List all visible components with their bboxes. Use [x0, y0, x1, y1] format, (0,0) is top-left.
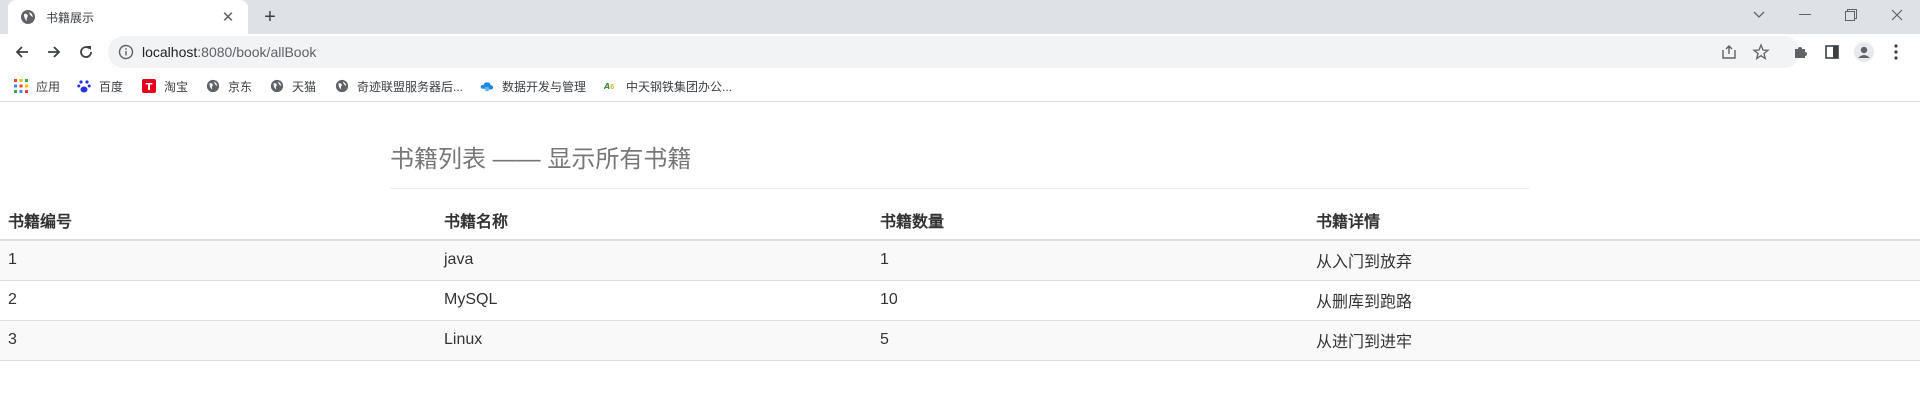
url-host: localhost: [142, 44, 198, 60]
globe-icon: [270, 79, 284, 93]
side-panel-icon[interactable]: [1822, 42, 1842, 62]
column-header-id: 书籍编号: [0, 200, 436, 241]
browser-toolbar: localhost:8080/book/allBook: [0, 34, 1920, 70]
cell-book-detail: 从入门到放弃: [1308, 240, 1920, 281]
table-row: 1 java 1 从入门到放弃: [0, 240, 1920, 281]
page-title: 书籍列表 —— 显示所有书籍: [390, 146, 692, 173]
bookmark-label: 奇迹联盟服务器后...: [357, 79, 464, 94]
bookmark-label: 中天钢铁集团办公...: [626, 79, 733, 94]
table-row: 2 MySQL 10 从删库到跑路: [0, 280, 1920, 321]
forward-arrow-icon[interactable]: [40, 38, 68, 66]
baidu-paw-icon: [77, 79, 91, 93]
tab-title: 书籍展示: [46, 10, 95, 25]
bookmark-taobao[interactable]: T 淘宝: [142, 78, 188, 94]
bookmark-label: 京东: [228, 79, 253, 94]
menu-kebab-icon[interactable]: [1886, 42, 1906, 62]
bookmarks-bar: 应用 百度 T 淘宝 京东 天猫 奇迹联盟服务器后... 数据开发与管理 A 6…: [0, 70, 1920, 102]
cell-book-name: java: [436, 240, 872, 281]
column-header-count: 书籍数量: [872, 200, 1308, 241]
site-info-icon[interactable]: [118, 44, 134, 60]
svg-text:T: T: [146, 82, 153, 93]
extensions-icon[interactable]: [1790, 42, 1810, 62]
url-text[interactable]: localhost:8080/book/allBook: [142, 44, 316, 60]
books-table: 书籍编号 书籍名称 书籍数量 书籍详情 1 java 1 从入门到放弃 2 My…: [0, 200, 1920, 361]
bookmark-zhongtian[interactable]: A6 中天钢铁集团办公...: [604, 78, 732, 94]
bookmark-label: 百度: [99, 79, 124, 94]
page-header: 书籍列表 —— 显示所有书籍: [390, 139, 1530, 189]
globe-icon: [206, 79, 220, 93]
bookmark-label: 淘宝: [164, 79, 189, 94]
minimize-icon[interactable]: [1782, 0, 1828, 30]
table-row: 3 Linux 5 从进门到进牢: [0, 320, 1920, 361]
reload-icon[interactable]: [72, 38, 100, 66]
restore-icon[interactable]: [1828, 0, 1874, 30]
cell-book-id: 1: [0, 240, 436, 281]
globe-icon: [335, 79, 349, 93]
close-window-icon[interactable]: [1874, 0, 1920, 30]
back-arrow-icon[interactable]: [8, 38, 36, 66]
tab-search-icon[interactable]: [1736, 0, 1782, 30]
cloud-icon: [480, 79, 494, 93]
cell-book-detail: 从进门到进牢: [1308, 320, 1920, 361]
bookmark-label: 天猫: [292, 79, 317, 94]
page-content: 书籍列表 —— 显示所有书籍 书籍编号 书籍名称 书籍数量 书籍详情 1 jav…: [0, 103, 1920, 409]
cell-book-detail: 从删库到跑路: [1308, 280, 1920, 321]
bookmark-jd[interactable]: 京东: [206, 78, 252, 94]
tab-strip: 书籍展示 ✕ +: [0, 0, 1920, 34]
bookmark-apps[interactable]: 应用: [14, 78, 60, 94]
close-tab-icon[interactable]: ✕: [218, 7, 238, 27]
table-header-row: 书籍编号 书籍名称 书籍数量 书籍详情: [0, 200, 1920, 241]
bookmark-tmall[interactable]: 天猫: [270, 78, 316, 94]
cell-book-id: 3: [0, 320, 436, 361]
cell-book-count: 10: [872, 280, 1308, 321]
browser-tab[interactable]: 书籍展示 ✕: [8, 0, 248, 34]
column-header-name: 书籍名称: [436, 200, 872, 241]
globe-icon: [21, 10, 35, 24]
bookmark-qiji[interactable]: 奇迹联盟服务器后...: [335, 78, 463, 94]
cell-book-name: Linux: [436, 320, 872, 361]
new-tab-button[interactable]: +: [258, 5, 282, 29]
column-header-detail: 书籍详情: [1308, 200, 1920, 241]
apps-grid-icon: [14, 79, 28, 93]
cell-book-count: 1: [872, 240, 1308, 281]
cell-book-id: 2: [0, 280, 436, 321]
svg-text:6: 6: [610, 83, 615, 91]
bookmark-label: 应用: [36, 79, 61, 94]
bookmark-star-icon[interactable]: [1752, 43, 1770, 61]
share-icon[interactable]: [1720, 43, 1738, 61]
bookmark-baidu[interactable]: 百度: [77, 78, 123, 94]
cell-book-name: MySQL: [436, 280, 872, 321]
bookmark-data-dev[interactable]: 数据开发与管理: [480, 78, 586, 94]
address-bar[interactable]: localhost:8080/book/allBook: [108, 36, 1800, 68]
url-path: :8080/book/allBook: [197, 44, 317, 60]
bookmark-label: 数据开发与管理: [502, 79, 587, 94]
profile-avatar-icon[interactable]: [1854, 42, 1874, 62]
logo-icon: A6: [604, 79, 618, 93]
cell-book-count: 5: [872, 320, 1308, 361]
taobao-icon: T: [142, 79, 156, 93]
